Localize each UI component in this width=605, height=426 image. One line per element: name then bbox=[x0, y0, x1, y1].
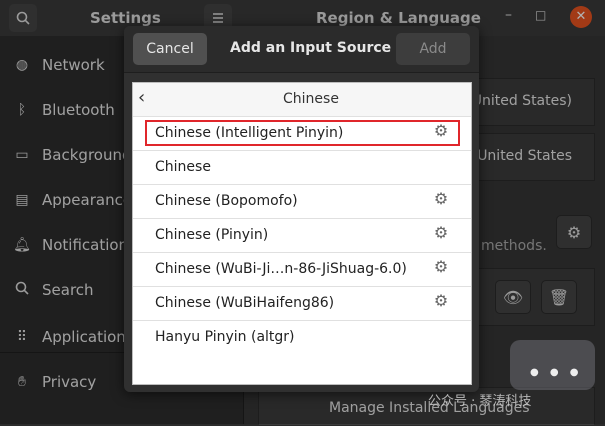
watermark-logo bbox=[510, 340, 595, 390]
back-chevron-icon[interactable]: ‹ bbox=[138, 87, 145, 108]
gear-icon: ⚙ bbox=[433, 121, 449, 140]
list-item[interactable]: Chinese (Pinyin) ⚙ bbox=[133, 218, 471, 252]
gear-icon: ⚙ bbox=[433, 291, 449, 310]
add-input-source-dialog: Cancel Add an Input Source Add ‹ Chinese… bbox=[124, 26, 479, 392]
list-header: ‹ Chinese bbox=[133, 83, 471, 116]
dialog-title: Add an Input Source bbox=[230, 40, 392, 56]
gear-icon: ⚙ bbox=[433, 189, 449, 208]
source-label: Chinese bbox=[155, 159, 211, 175]
source-label: Hanyu Pinyin (altgr) bbox=[155, 329, 295, 345]
gear-icon: ⚙ bbox=[433, 223, 449, 242]
input-source-list: ‹ Chinese Chinese (Intelligent Pinyin) ⚙… bbox=[132, 82, 472, 385]
gear-icon: ⚙ bbox=[433, 257, 449, 276]
watermark-text: 公众号 · 琴涛科技 bbox=[428, 394, 532, 409]
source-label: Chinese (Intelligent Pinyin) bbox=[155, 125, 344, 141]
source-label: Chinese (WuBiHaifeng86) bbox=[155, 295, 335, 311]
cancel-button[interactable]: Cancel bbox=[133, 33, 207, 65]
source-label: Chinese (Bopomofo) bbox=[155, 193, 298, 209]
list-item[interactable]: Chinese (WuBi-Ji…n-86-JiShuag-6.0) ⚙ bbox=[133, 252, 471, 286]
source-label: Chinese (WuBi-Ji…n-86-JiShuag-6.0) bbox=[155, 261, 407, 277]
source-label: Chinese (Pinyin) bbox=[155, 227, 269, 243]
list-item[interactable]: Chinese (Intelligent Pinyin) ⚙ bbox=[133, 116, 471, 150]
list-item[interactable]: Chinese (WuBiHaifeng86) ⚙ bbox=[133, 286, 471, 320]
list-item[interactable]: Hanyu Pinyin (altgr) bbox=[133, 320, 471, 354]
language-heading: Chinese bbox=[283, 91, 339, 107]
add-button[interactable]: Add bbox=[396, 33, 470, 65]
dialog-header: Cancel Add an Input Source Add bbox=[124, 26, 479, 73]
list-item[interactable]: Chinese (Bopomofo) ⚙ bbox=[133, 184, 471, 218]
chat-bubble-icon: ● ● ● bbox=[530, 367, 583, 378]
list-item[interactable]: Chinese bbox=[133, 150, 471, 184]
